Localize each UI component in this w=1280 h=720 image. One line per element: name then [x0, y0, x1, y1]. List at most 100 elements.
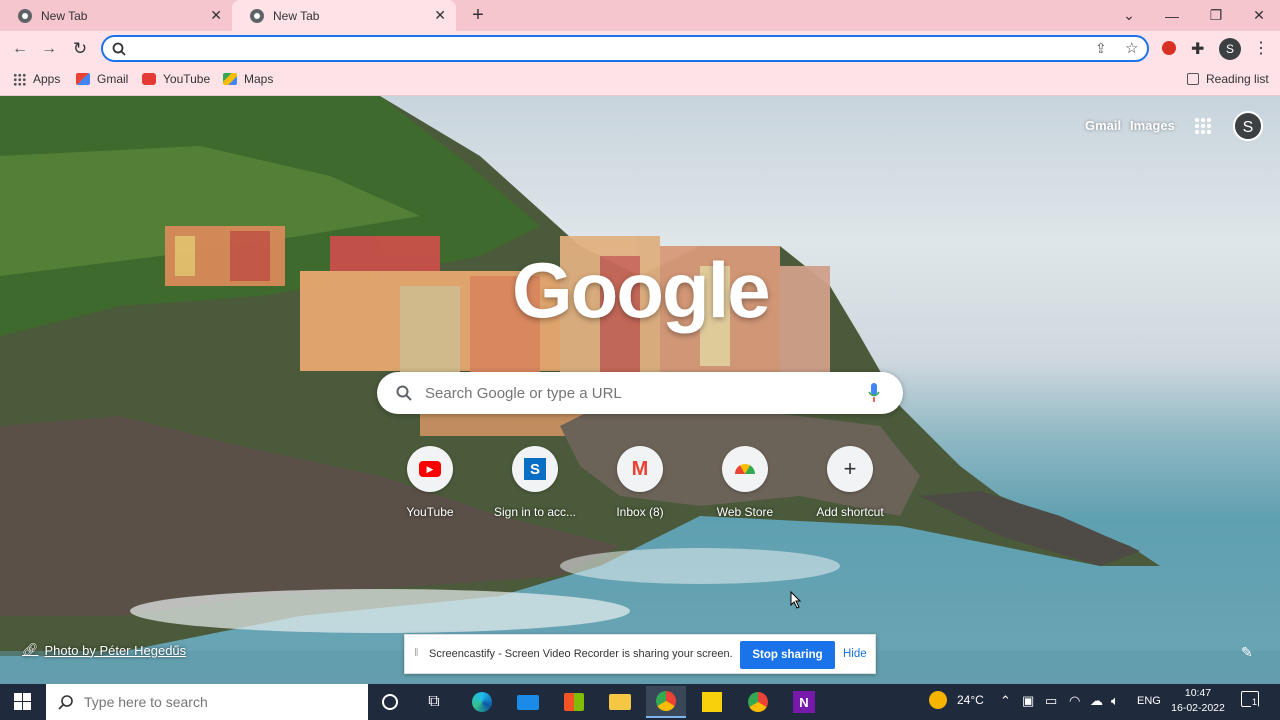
tab-title: New Tab	[41, 8, 88, 23]
notification-center-icon[interactable]: 1	[1241, 691, 1259, 707]
tab-2-active[interactable]: New Tab ✕	[232, 0, 456, 31]
volume-icon[interactable]: 🔈︎	[1111, 693, 1119, 709]
file-explorer-icon[interactable]	[600, 686, 640, 718]
stop-sharing-button[interactable]: Stop sharing	[740, 641, 835, 669]
microsoft-store-icon[interactable]	[554, 686, 594, 718]
sharing-message: Screencastify - Screen Video Recorder is…	[429, 648, 733, 660]
screen-sharing-banner: ‖ Screencastify - Screen Video Recorder …	[404, 634, 876, 674]
screencastify-extension-icon[interactable]	[1162, 41, 1176, 55]
taskbar-search-input[interactable]	[84, 694, 344, 710]
extensions-puzzle-icon[interactable]: ✚	[1191, 39, 1204, 59]
microphone-icon[interactable]	[868, 383, 880, 403]
google-apps-grid-icon[interactable]	[1194, 117, 1212, 135]
gmail-icon	[76, 73, 90, 85]
drag-handle-icon[interactable]: ‖	[414, 647, 419, 659]
back-arrow-icon[interactable]: ←	[9, 38, 31, 60]
bookmark-maps[interactable]: Maps	[223, 70, 273, 88]
photo-credit-link[interactable]: 🔗︎ Photo by Péter Hegedűs	[22, 642, 186, 658]
ntp-search-input[interactable]	[425, 383, 845, 403]
chrome-profile-taskbar-icon[interactable]	[738, 686, 778, 718]
google-logo: Google	[512, 246, 771, 334]
shortcut-tile: ▶	[407, 446, 453, 492]
mail-icon[interactable]	[508, 686, 548, 718]
meet-now-icon[interactable]: ▣	[1022, 693, 1034, 709]
bookmark-gmail[interactable]: Gmail	[76, 70, 128, 88]
photo-credit-text: Photo by Péter Hegedűs	[44, 642, 187, 658]
chrome-icon	[18, 8, 32, 23]
weather-icon[interactable]	[929, 691, 947, 709]
show-hidden-icons-chevron-icon[interactable]: ⌃	[1000, 693, 1011, 709]
youtube-icon	[142, 73, 156, 85]
maps-icon	[223, 73, 237, 85]
gmail-link[interactable]: Gmail	[1085, 118, 1121, 133]
taskbar-search-box[interactable]	[46, 684, 368, 720]
reading-list-label: Reading list	[1206, 72, 1269, 86]
close-window-button[interactable]: ✕	[1237, 0, 1280, 31]
shortcut-tile	[722, 446, 768, 492]
edge-icon[interactable]	[462, 686, 502, 718]
reading-list-icon	[1187, 73, 1199, 85]
hide-button[interactable]: Hide	[843, 648, 867, 660]
chrome-taskbar-icon[interactable]	[646, 686, 686, 718]
address-bar[interactable]: ⇪ ☆	[101, 35, 1149, 62]
notification-count: 1	[1251, 697, 1259, 707]
forward-arrow-icon[interactable]: →	[38, 38, 60, 60]
bookmark-label: YouTube	[163, 72, 211, 86]
shortcut-tile: S	[512, 446, 558, 492]
new-tab-button[interactable]: +	[468, 4, 488, 26]
shortcut-label: Inbox (8)	[616, 505, 664, 519]
maximize-button[interactable]: ❐	[1194, 0, 1238, 31]
clock-time: 10:47	[1184, 687, 1212, 699]
bookmark-apps[interactable]: Apps	[13, 70, 60, 88]
wifi-icon[interactable]: ◠	[1069, 693, 1080, 709]
shortcut-label: Sign in to acc...	[493, 505, 577, 519]
shortcut-tile: M	[617, 446, 663, 492]
search-icon	[396, 385, 412, 401]
web-store-icon	[735, 464, 755, 474]
share-icon[interactable]: ⇪	[1095, 40, 1107, 57]
clock-date: 16-02-2022	[1171, 702, 1225, 714]
clock[interactable]: 10:47 16-02-2022	[1170, 686, 1226, 716]
shortcut-youtube[interactable]: ▶ YouTube	[380, 446, 480, 526]
shortcut-inbox[interactable]: M Inbox (8)	[590, 446, 690, 526]
account-avatar[interactable]: S	[1233, 111, 1263, 141]
windows-start-icon[interactable]	[14, 693, 31, 710]
shortcut-label: Web Store	[716, 505, 774, 519]
weather-temp[interactable]: 24°C	[957, 693, 984, 707]
sticky-notes-icon[interactable]	[692, 686, 732, 718]
gmail-icon: M	[631, 457, 649, 480]
close-tab-icon[interactable]: ✕	[434, 8, 446, 22]
plus-icon: +	[843, 456, 857, 481]
shortcut-web-store[interactable]: Web Store	[695, 446, 795, 526]
task-view-icon[interactable]: ⧉	[414, 686, 454, 718]
link-icon: 🔗︎	[22, 642, 39, 657]
tab-1[interactable]: New Tab ✕	[0, 0, 232, 31]
bookmark-label: Gmail	[97, 72, 129, 86]
shortcut-add[interactable]: + Add shortcut	[800, 446, 900, 526]
bookmark-label: Apps	[33, 72, 61, 86]
minimize-button[interactable]: —	[1150, 0, 1194, 31]
search-icon	[112, 42, 126, 56]
close-tab-icon[interactable]: ✕	[210, 8, 222, 22]
ntp-search-box[interactable]	[377, 372, 903, 414]
images-link[interactable]: Images	[1130, 118, 1175, 133]
address-input[interactable]	[131, 40, 1031, 58]
bookmark-youtube[interactable]: YouTube	[142, 70, 210, 88]
shortcut-sign-in[interactable]: S Sign in to acc...	[485, 446, 585, 526]
apps-grid-icon	[13, 72, 26, 86]
reload-icon[interactable]: ↻	[69, 38, 91, 60]
language-indicator[interactable]: ENG	[1137, 695, 1161, 707]
cortana-icon[interactable]	[370, 686, 410, 718]
bookmark-star-icon[interactable]: ☆	[1125, 39, 1138, 57]
battery-icon[interactable]: ▭	[1045, 693, 1057, 709]
onedrive-cloud-icon[interactable]: ☁	[1090, 693, 1103, 709]
customize-pencil-icon[interactable]: ✎	[1241, 644, 1253, 661]
kebab-menu-icon[interactable]: ⋮	[1253, 38, 1269, 58]
profile-avatar[interactable]: S	[1219, 38, 1241, 60]
onenote-icon[interactable]: N	[784, 686, 824, 718]
reading-list-button[interactable]: Reading list	[1187, 70, 1269, 88]
chrome-icon	[250, 8, 264, 23]
tab-search-chevron-icon[interactable]: ⌄	[1107, 0, 1151, 31]
s-app-icon: S	[524, 458, 546, 480]
shortcut-label: YouTube	[406, 505, 454, 519]
